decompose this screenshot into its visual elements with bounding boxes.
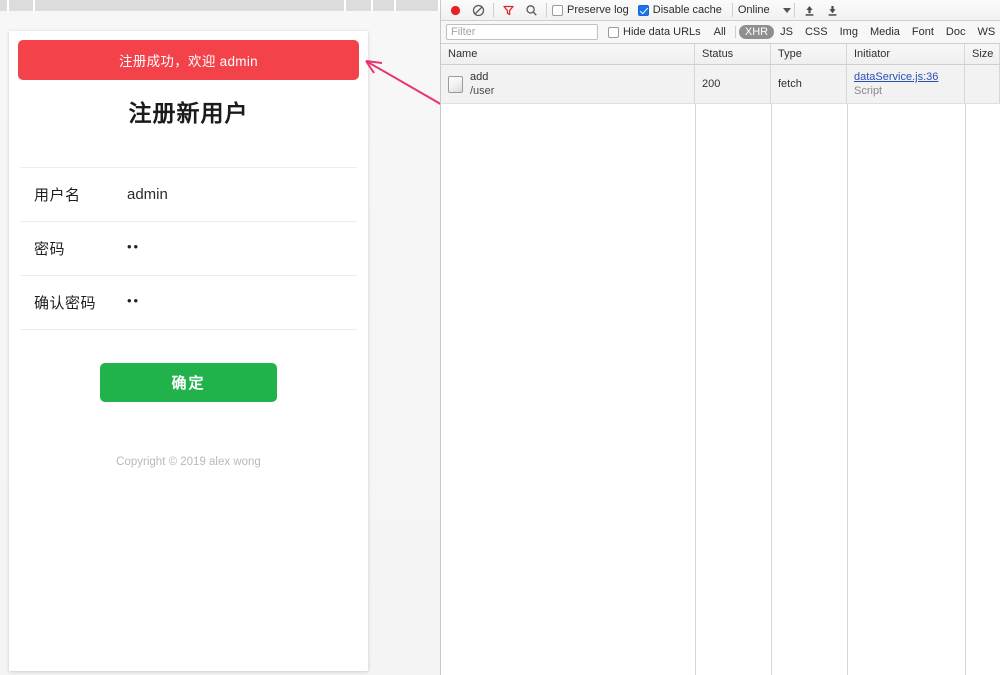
type-filter-css[interactable]: CSS [799,25,834,39]
clear-icon[interactable] [467,0,490,20]
label-password: 密码 [34,241,66,258]
cell-name: add /user [441,65,695,103]
column-gridline [965,104,966,675]
document-icon [448,75,463,93]
filter-input[interactable] [446,24,598,40]
import-har-icon[interactable] [798,0,821,20]
column-gridline [847,104,848,675]
page-title: 注册新用户 [128,100,249,126]
type-filter-doc[interactable]: Doc [940,25,972,39]
column-header-type[interactable]: Type [771,44,847,64]
chrome-segment [35,0,346,11]
disable-cache-checkbox[interactable]: Disable cache [637,4,722,16]
form-row-password[interactable]: 密码 •• [20,222,357,275]
toolbar-separator [546,3,547,17]
register-card: 注册成功，欢迎 admin 注册新用户 用户名 admin 密码 •• 确认密码… [9,31,368,671]
screenshot-root: 注册成功，欢迎 admin 注册新用户 用户名 admin 密码 •• 确认密码… [0,0,1000,675]
type-filter-ws[interactable]: WS [971,25,1000,39]
empty-table-area [441,104,1000,675]
initiator-kind: Script [854,85,883,97]
table-row[interactable]: add /user 200 fetch dataService.js:36 Sc… [441,65,1000,104]
initiator-link[interactable]: dataService.js:36 [854,71,938,83]
filter-funnel-icon[interactable] [497,0,520,20]
column-header-initiator[interactable]: Initiator [847,44,965,64]
column-header-size[interactable]: Size [965,44,1000,64]
record-icon[interactable] [444,0,467,20]
submit-button[interactable]: 确定 [100,363,277,402]
chrome-segment [373,0,396,11]
cell-status: 200 [695,65,771,103]
input-username[interactable]: admin [127,186,168,203]
cell-size [965,65,1000,103]
form-divider [20,329,357,330]
form-row-confirm-password[interactable]: 确认密码 •• [20,276,357,329]
register-form: 用户名 admin 密码 •• 确认密码 •• [9,167,368,330]
success-alert-text: 注册成功，欢迎 admin [119,54,258,69]
type-filter-xhr[interactable]: XHR [738,25,775,39]
request-name-lines: add /user [470,71,494,97]
cell-type: fetch [771,65,847,103]
throttling-value: Online [737,4,770,16]
column-header-name[interactable]: Name [441,44,695,64]
disable-cache-box[interactable] [637,4,649,16]
form-row-username[interactable]: 用户名 admin [20,168,357,221]
network-requests-table: Name Status Type Initiator Size add /use… [441,44,1000,675]
chrome-segment [9,0,35,11]
request-name: add /user [448,71,494,97]
network-filter-bar: Hide data URLs All XHR JS CSS Img Media … [441,21,1000,44]
column-gridline [695,104,696,675]
preserve-log-box[interactable] [552,4,563,16]
search-icon[interactable] [520,0,543,20]
label-username: 用户名 [34,187,81,204]
column-header-status[interactable]: Status [695,44,771,64]
copyright-text: Copyright © 2019 alex wong [116,456,261,468]
type-filter-img[interactable]: Img [834,25,864,39]
resource-type-filters: All XHR JS CSS Img Media Font Doc WS M [708,25,1000,39]
label-confirm-password: 确认密码 [34,295,97,312]
type-separator [734,26,736,38]
type-filter-media[interactable]: Media [864,25,906,39]
input-password[interactable]: •• [127,239,140,254]
browser-toolbar-strip [0,0,440,11]
chevron-down-icon [782,7,791,13]
hide-data-urls-label: Hide data URLs [623,26,701,38]
hide-data-urls-box[interactable] [608,26,619,38]
submit-row: 确定 [9,363,368,402]
request-path-text: /user [470,85,495,97]
preserve-log-checkbox[interactable]: Preserve log [552,4,629,16]
table-header-row: Name Status Type Initiator Size [441,44,1000,65]
cell-initiator: dataService.js:36 Script [847,65,965,103]
request-name-text: add [470,71,489,83]
chrome-segment [346,0,373,11]
chrome-segment [396,0,440,11]
disable-cache-label: Disable cache [652,4,722,16]
chrome-segment [0,0,9,11]
preserve-log-label: Preserve log [567,4,629,16]
toolbar-separator [793,3,795,17]
throttling-dropdown[interactable]: Online [738,4,791,16]
input-confirm-password[interactable]: •• [127,293,140,308]
devtools-network-panel: Preserve log Disable cache Online Filter… [440,0,1000,675]
hide-data-urls-checkbox[interactable]: Hide data URLs [608,26,701,38]
toolbar-separator [731,3,733,17]
column-gridline [771,104,772,675]
network-toolbar: Preserve log Disable cache Online [441,0,1000,21]
export-har-icon[interactable] [821,0,844,20]
type-filter-js[interactable]: JS [774,25,799,39]
browser-viewport: 注册成功，欢迎 admin 注册新用户 用户名 admin 密码 •• 确认密码… [0,0,440,675]
type-filter-all[interactable]: All [708,25,732,39]
toolbar-separator [493,3,494,17]
type-filter-font[interactable]: Font [906,25,940,39]
success-alert: 注册成功，欢迎 admin [18,40,359,80]
